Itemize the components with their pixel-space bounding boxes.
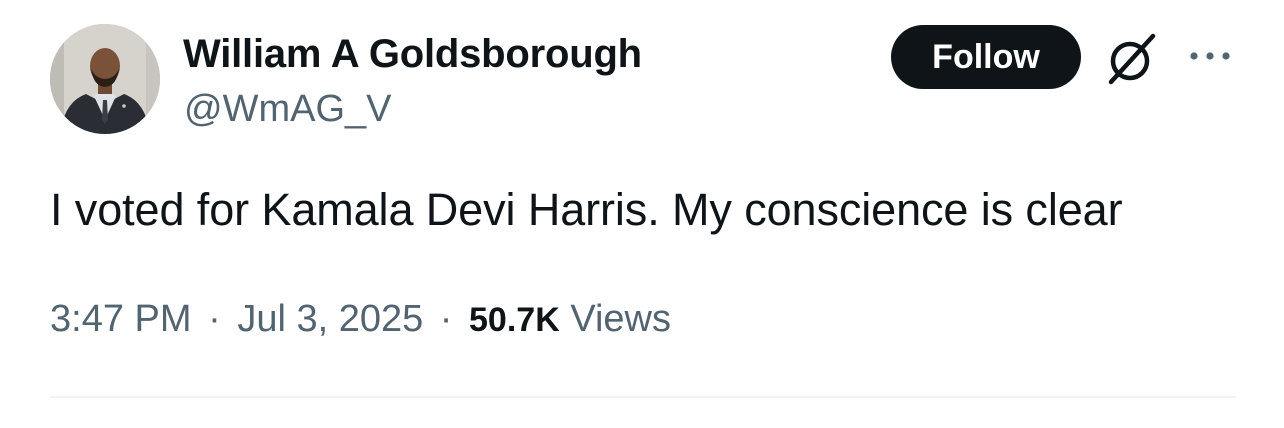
- tweet-date[interactable]: Jul 3, 2025: [237, 298, 423, 340]
- tweet-text: I voted for Kamala Devi Harris. My consc…: [50, 184, 1123, 235]
- user-display-name[interactable]: William A Goldsborough: [183, 30, 642, 78]
- tweet-card: William A Goldsborough @WmAG_V Follow I …: [0, 0, 1284, 428]
- avatar[interactable]: [50, 24, 160, 134]
- meta-separator: ·: [439, 298, 453, 340]
- meta-separator: ·: [208, 298, 221, 340]
- grok-icon[interactable]: [1103, 30, 1161, 88]
- divider: [50, 396, 1236, 398]
- more-icon[interactable]: [1186, 44, 1234, 68]
- tweet-meta: 3:47 PM · Jul 3, 2025 · 50.7K Views: [50, 296, 671, 343]
- views-label: Views: [570, 298, 671, 340]
- follow-button[interactable]: Follow: [891, 25, 1081, 89]
- profile-photo-icon: [50, 24, 160, 134]
- user-handle[interactable]: @WmAG_V: [184, 86, 391, 132]
- tweet-time[interactable]: 3:47 PM: [50, 298, 192, 340]
- views-count: 50.7K: [469, 301, 560, 339]
